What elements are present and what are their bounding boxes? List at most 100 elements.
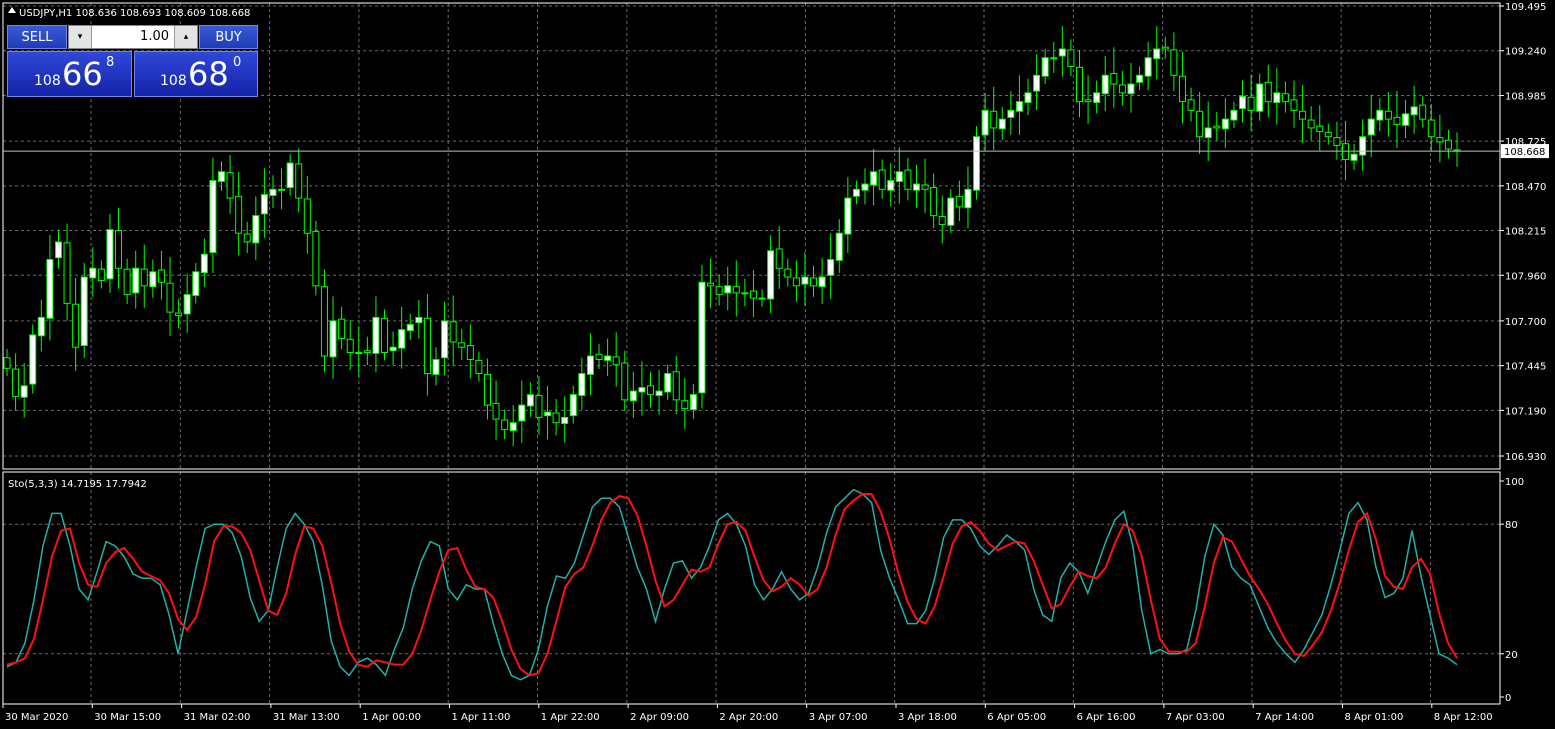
candle-body [346, 338, 354, 353]
candle-body [844, 197, 852, 235]
candle-body [1239, 95, 1247, 110]
buy-quote[interactable]: 108 68 0 [134, 51, 258, 97]
candle-body [295, 163, 303, 199]
chevron-down-icon[interactable]: ▾ [69, 26, 92, 48]
candle-body [569, 394, 577, 417]
candle-body [895, 171, 903, 182]
sell-button[interactable]: SELL [7, 25, 67, 49]
candle-body [183, 294, 191, 315]
candle-body [1273, 92, 1281, 103]
sell-quote[interactable]: 108 66 8 [7, 51, 132, 97]
lot-input[interactable]: 1.00 [91, 26, 175, 48]
candle-body [286, 162, 294, 189]
candle-body [475, 359, 483, 375]
candle-body [887, 180, 895, 191]
candle-body [998, 118, 1006, 130]
candle-body [1058, 48, 1066, 57]
candle-body [707, 282, 715, 287]
candle-body [63, 242, 71, 304]
candle-body [3, 357, 11, 369]
candle-body [458, 342, 466, 348]
candle-body [1230, 109, 1238, 121]
candle-body [235, 195, 243, 234]
candle-body [1281, 93, 1289, 103]
candle-body [449, 321, 457, 343]
time-tick-label: 8 Apr 01:00 [1345, 712, 1404, 723]
candle-body [604, 355, 612, 361]
candle-body [1178, 75, 1186, 103]
candle-body [518, 404, 526, 422]
candle-body [818, 276, 826, 288]
candle-body [647, 385, 654, 396]
buy-price-pips: 68 [188, 55, 229, 93]
price-tick-label: 108.215 [1505, 227, 1546, 238]
candle-body [1076, 66, 1083, 103]
candle-body [1033, 74, 1041, 92]
candle-body [664, 373, 672, 393]
candle-body [1024, 92, 1032, 103]
candle-body [338, 318, 346, 339]
candle-body [1127, 83, 1135, 95]
candle-body [544, 411, 552, 417]
candle-body [724, 285, 732, 294]
candle-body [595, 353, 603, 361]
candle-body [1333, 137, 1341, 146]
price-tick-label: 107.960 [1505, 271, 1546, 282]
candle-body [1444, 139, 1452, 150]
candle-body [1359, 136, 1367, 156]
candle-body [561, 416, 569, 425]
stoch-tick-label: 100 [1505, 477, 1524, 488]
chevron-up-icon[interactable]: ▴ [174, 26, 197, 48]
candle-body [912, 183, 920, 191]
candle-body [1161, 46, 1169, 50]
price-chart[interactable]: 109.495109.240108.985108.725108.470108.2… [0, 0, 1555, 729]
candle-body [260, 194, 268, 215]
time-tick-label: 31 Mar 13:00 [273, 712, 340, 723]
price-tick-label: 107.445 [1505, 362, 1546, 373]
candle-body [132, 267, 140, 294]
candle-body [792, 277, 800, 287]
lot-stepper[interactable]: ▾ 1.00 ▴ [68, 25, 198, 49]
candle-body [72, 303, 80, 348]
candle-body [157, 269, 165, 283]
candle-body [861, 183, 869, 191]
symbol-header: USDJPY,H1 108.636 108.693 108.609 108.66… [8, 7, 250, 19]
candle-body [698, 281, 706, 394]
candle-body [938, 216, 946, 225]
sell-price-fraction: 8 [106, 55, 115, 70]
candle-body [363, 350, 371, 353]
buy-button[interactable]: BUY [199, 25, 258, 49]
candle-body [921, 184, 929, 190]
candle-body [1316, 125, 1324, 132]
candle-body [509, 422, 517, 432]
candle-body [501, 419, 509, 431]
candle-body [732, 286, 740, 294]
candle-body [381, 317, 389, 353]
candle-body [578, 373, 586, 396]
candle-body [758, 297, 766, 300]
candle-body [1015, 101, 1023, 112]
time-tick-label: 8 Apr 12:00 [1434, 712, 1493, 723]
candle-body [303, 198, 311, 234]
candle-body [801, 276, 809, 285]
time-tick-label: 7 Apr 03:00 [1166, 712, 1225, 723]
bid-price-label: 108.668 [1504, 147, 1545, 158]
time-tick-label: 7 Apr 14:00 [1255, 712, 1314, 723]
candle-body [1307, 119, 1315, 129]
candle-body [226, 172, 234, 199]
candle-body [29, 334, 37, 385]
candle-body [320, 286, 328, 357]
candle-body [689, 394, 697, 411]
candle-body [552, 412, 560, 424]
candle-body [535, 394, 543, 418]
candle-body [149, 271, 157, 288]
price-tick-label: 108.985 [1505, 91, 1546, 102]
candle-body [1110, 73, 1118, 85]
price-tick-label: 108.470 [1505, 182, 1546, 193]
candle-body [1153, 48, 1161, 60]
candle-body [12, 368, 20, 397]
candle-body [1093, 92, 1101, 103]
price-tick-label: 109.495 [1505, 2, 1546, 13]
price-tick-label: 109.240 [1505, 47, 1546, 58]
symbol-info: USDJPY,H1 108.636 108.693 108.609 108.66… [19, 8, 250, 19]
